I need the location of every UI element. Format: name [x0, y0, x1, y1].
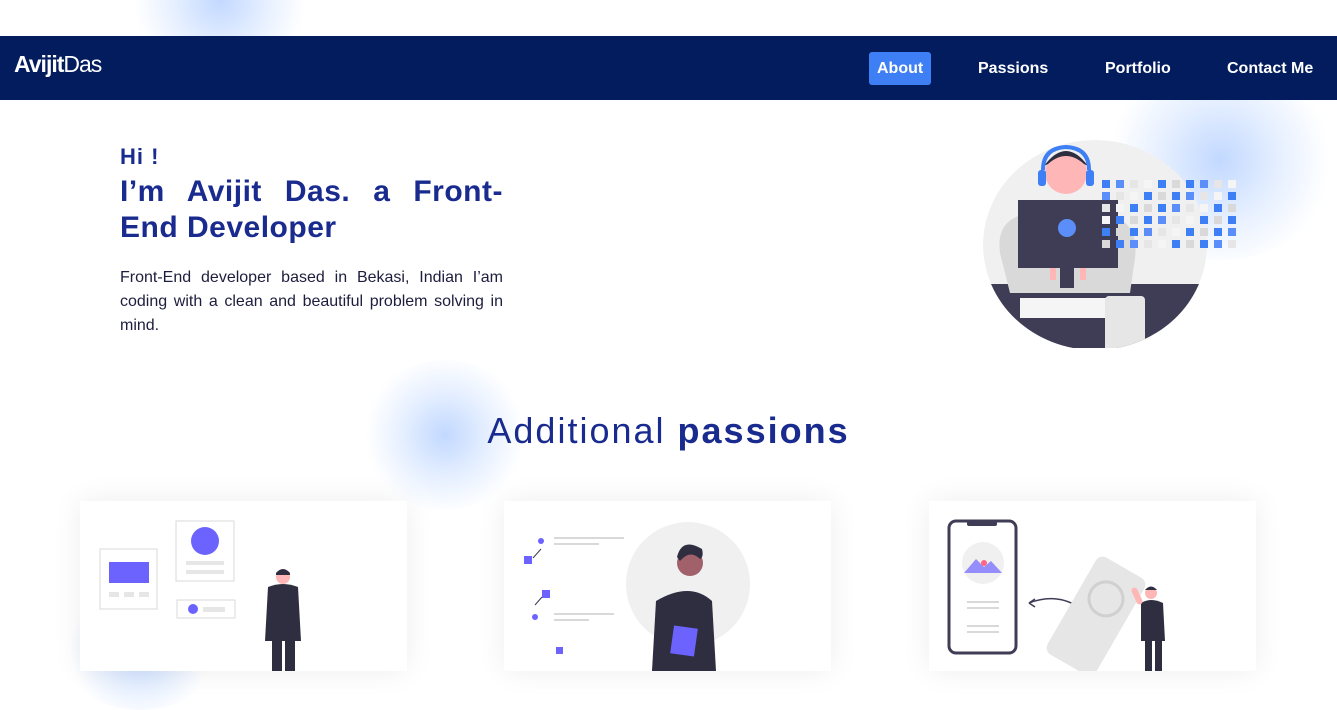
pixel-grid-cell	[1214, 216, 1222, 224]
pixel-grid-cell	[1200, 228, 1208, 236]
pixel-grid-cell	[1158, 204, 1166, 212]
pixel-grid-cell	[1214, 204, 1222, 212]
nav-about[interactable]: About	[869, 52, 932, 85]
section-title-bold: passions	[677, 410, 850, 451]
pixel-grid-cell	[1172, 204, 1180, 212]
pixel-grid-cell	[1186, 228, 1194, 236]
pixel-grid-cell	[1158, 240, 1166, 248]
pixel-grid-cell	[1200, 180, 1208, 188]
passion-card-workflow[interactable]	[504, 501, 831, 671]
pixel-grid-cell	[1172, 228, 1180, 236]
pixel-grid-cell	[1200, 216, 1208, 224]
pixel-grid-cell	[1144, 204, 1152, 212]
pixel-grid-cell	[1102, 204, 1110, 212]
pixel-grid-cell	[1186, 180, 1194, 188]
pixel-grid-cell	[1130, 240, 1138, 248]
pixel-grid-cell	[1116, 228, 1124, 236]
nav-portfolio[interactable]: Portfolio	[1097, 52, 1179, 85]
section-title-passions: Additional passions	[0, 410, 1337, 452]
pixel-grid-cell	[1158, 216, 1166, 224]
pixel-grid-cell	[1228, 216, 1236, 224]
pixel-grid-cell	[1228, 192, 1236, 200]
hero-description: Front-End developer based in Bekasi, Ind…	[120, 269, 503, 334]
pixel-grid-cell	[1102, 180, 1110, 188]
pixel-grid-cell	[1214, 240, 1222, 248]
pixel-grid-cell	[1144, 228, 1152, 236]
pixel-grid-cell	[1116, 240, 1124, 248]
navbar: AvijitDas About Passions Portfolio Conta…	[0, 36, 1337, 100]
hero-greeting: Hi !	[120, 144, 160, 169]
brand-name-regular: Das	[63, 51, 102, 77]
pixel-grid-cell	[1116, 204, 1124, 212]
pixel-grid-cell	[1144, 216, 1152, 224]
nav-passions[interactable]: Passions	[970, 52, 1056, 85]
section-title-regular: Additional	[487, 410, 666, 451]
pixel-grid-cell	[1228, 240, 1236, 248]
pixel-grid-cell	[1144, 192, 1152, 200]
pixel-grid-cell	[1172, 192, 1180, 200]
pixel-grid-cell	[1186, 204, 1194, 212]
pixel-grid-cell	[1200, 240, 1208, 248]
pixel-grid-cell	[1214, 192, 1222, 200]
pixel-grid-cell	[1214, 180, 1222, 188]
passion-card-ui-design[interactable]	[80, 501, 407, 671]
pixel-grid-cell	[1158, 192, 1166, 200]
pixel-grid-cell	[1200, 192, 1208, 200]
pixel-grid-cell	[1130, 228, 1138, 236]
pixel-grid-cell	[1102, 240, 1110, 248]
pixel-grid-cell	[1130, 192, 1138, 200]
pixel-grid-cell	[1102, 228, 1110, 236]
pixel-grid-cell	[1172, 180, 1180, 188]
pixel-grid-cell	[1172, 216, 1180, 224]
pixel-grid-cell	[1186, 192, 1194, 200]
pixel-grid-cell	[1186, 240, 1194, 248]
pixel-grid-cell	[1172, 240, 1180, 248]
pixel-grid-cell	[1102, 192, 1110, 200]
nav-contact-me[interactable]: Contact Me	[1219, 52, 1321, 85]
pixel-grid-cell	[1144, 240, 1152, 248]
pixel-grid-cell	[1228, 204, 1236, 212]
pixel-grid-cell	[1186, 216, 1194, 224]
pixel-grid-cell	[1200, 204, 1208, 212]
pixel-grid-cell	[1130, 204, 1138, 212]
pixel-grid-cell	[1144, 180, 1152, 188]
pixel-grid-cell	[1116, 180, 1124, 188]
workflow-checklist-illustration	[524, 522, 750, 671]
brand-name-bold: Avijit	[14, 51, 64, 77]
pixel-grid-cell	[1228, 228, 1236, 236]
pixel-grid-cell	[1158, 180, 1166, 188]
pixel-grid-cell	[1116, 216, 1124, 224]
pixel-grid-cell	[1116, 192, 1124, 200]
ui-design-illustration	[99, 520, 301, 671]
passion-card-mobile-app[interactable]	[929, 501, 1256, 671]
pixel-grid-cell	[1214, 228, 1222, 236]
pixel-grid-cell	[1102, 216, 1110, 224]
pixel-grid-cell	[1130, 216, 1138, 224]
brand-logo[interactable]: AvijitDas	[14, 51, 102, 78]
mobile-app-illustration	[947, 519, 1165, 671]
pixel-grid-cell	[1130, 180, 1138, 188]
developer-at-laptop-illustration	[983, 140, 1236, 348]
hero-title: I’m Avijit Das. a Front-End Developer	[120, 175, 503, 244]
pixel-grid-cell	[1228, 180, 1236, 188]
pixel-grid-cell	[1158, 228, 1166, 236]
